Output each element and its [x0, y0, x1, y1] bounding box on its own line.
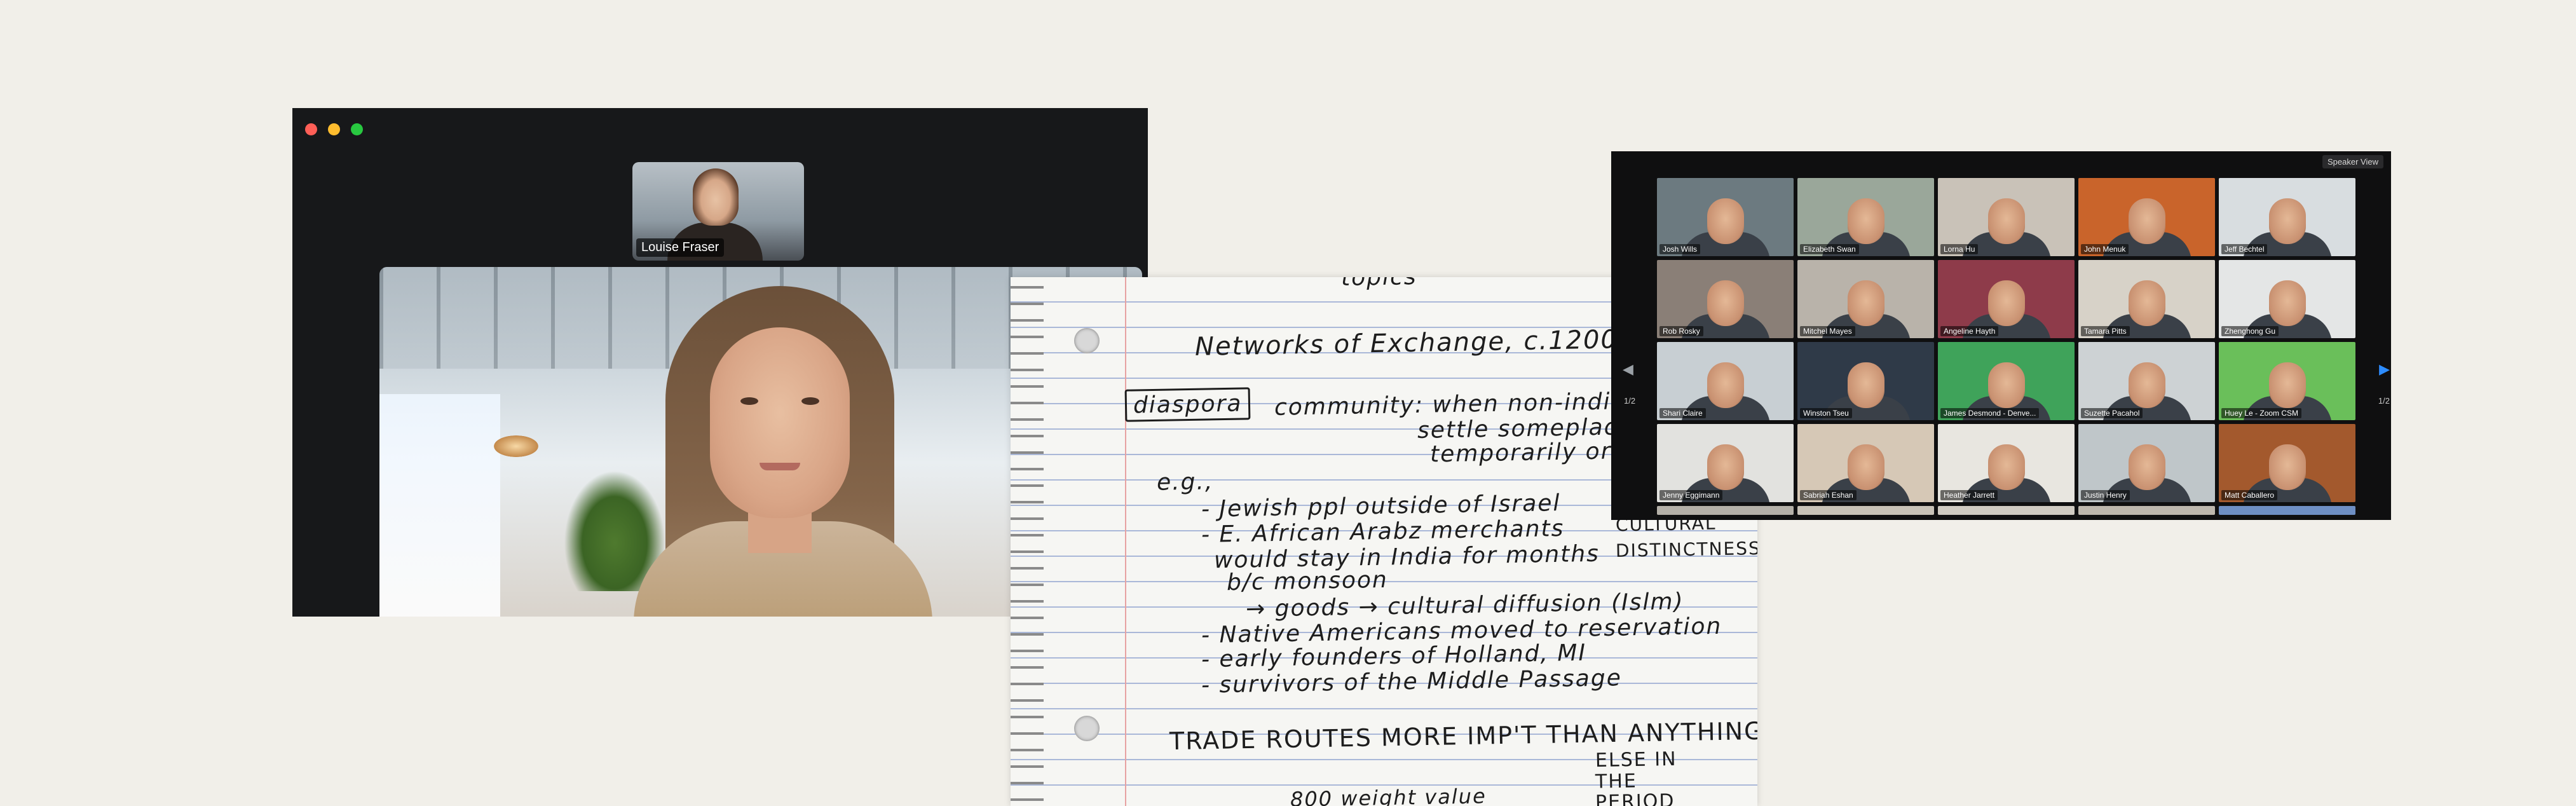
participant-name-tag: John Menuk [2081, 244, 2129, 254]
video-background [379, 394, 500, 617]
participant-name-tag: Shari Claire [1659, 408, 1706, 418]
participant-tile[interactable]: Huey Le - Zoom CSM [2219, 342, 2355, 420]
participant-tile[interactable] [2219, 506, 2355, 515]
participant-name-tag: Heather Jarrett [1940, 490, 1998, 500]
participant-name-tag: Huey Le - Zoom CSM [2221, 408, 2302, 418]
next-page-arrow-icon[interactable]: ▶ [2379, 361, 2390, 378]
participant-video [2128, 280, 2165, 326]
participant-tile[interactable]: Tamara Pitts [2078, 260, 2215, 338]
participant-name-tag: Angeline Hayth [1940, 326, 1999, 336]
note-line: temporarily or [1429, 438, 1612, 468]
fullscreen-window-button[interactable] [351, 123, 363, 135]
participant-video [1987, 362, 2025, 408]
participant-tile[interactable]: Shari Claire [1657, 342, 1794, 420]
notebook-spiral [1011, 277, 1044, 806]
close-window-button[interactable] [305, 123, 317, 135]
participant-video [1707, 444, 1744, 490]
participant-video [1987, 280, 2025, 326]
participant-tile[interactable]: Heather Jarrett [1938, 424, 2075, 502]
participant-video [2268, 198, 2306, 244]
participant-tile[interactable]: James Desmond - Denve... [1938, 342, 2075, 420]
prev-page-arrow-icon[interactable]: ◀ [1623, 361, 1633, 378]
participant-video [1707, 280, 1744, 326]
participant-name-tag: Elizabeth Swan [1800, 244, 1859, 254]
participant-video [2128, 362, 2165, 408]
page-indicator-left: 1/2 [1624, 396, 1636, 406]
participant-tile[interactable]: Jenny Eggimann [1657, 424, 1794, 502]
participant-name-tag: Matt Caballero [2221, 490, 2278, 500]
note-line: b/c monsoon [1226, 566, 1389, 596]
participant-tile[interactable] [2078, 506, 2215, 515]
note-line: e.g., [1156, 468, 1214, 496]
participant-name-tag: James Desmond - Denve... [1940, 408, 2040, 418]
participant-name-tag: Zhenghong Gu [2221, 326, 2279, 336]
participant-name-tag: Justin Henry [2081, 490, 2130, 500]
participant-tile[interactable] [1657, 506, 1794, 515]
participant-tile[interactable] [1938, 506, 2075, 515]
participant-tile[interactable]: Sabriah Eshan [1797, 424, 1934, 502]
participant-tile[interactable]: Suzette Pacahol [2078, 342, 2215, 420]
note-line: topics [1340, 277, 1417, 292]
note-keyword: diaspora [1124, 387, 1251, 422]
participant-tile[interactable]: Lorna Hu [1938, 178, 2075, 256]
participant-tile[interactable]: Matt Caballero [2219, 424, 2355, 502]
page-indicator-right: 1/2 [2378, 396, 2390, 406]
participant-video [1847, 444, 1884, 490]
gallery-view-window: Speaker View ◀ 1/2 ▶ 1/2 Josh Wills Eliza… [1611, 151, 2391, 520]
note-callout: PERIOD [1595, 789, 1675, 806]
participant-name-tag: Rob Rosky [1659, 326, 1703, 336]
participant-video [2128, 198, 2165, 244]
speaker-figure [801, 397, 819, 405]
participant-tile[interactable]: Angeline Hayth [1938, 260, 2075, 338]
participant-tile[interactable]: Elizabeth Swan [1797, 178, 1934, 256]
participant-video [1847, 280, 1884, 326]
participant-video [693, 168, 739, 226]
participant-name-tag: Sabriah Eshan [1800, 490, 1857, 500]
participant-tile[interactable] [1797, 506, 1934, 515]
participant-tile[interactable]: Mitchel Mayes [1797, 260, 1934, 338]
speaker-figure [710, 327, 850, 518]
participant-tile[interactable]: John Menuk [2078, 178, 2215, 256]
participant-video [2268, 280, 2306, 326]
participant-video [1707, 362, 1744, 408]
participant-name-tag: Mitchel Mayes [1800, 326, 1855, 336]
participant-video [1847, 362, 1884, 408]
participant-video [2128, 444, 2165, 490]
minimize-window-button[interactable] [328, 123, 340, 135]
video-background [494, 435, 538, 457]
participant-tile[interactable]: Justin Henry [2078, 424, 2215, 502]
participant-name-tag: Suzette Pacahol [2081, 408, 2143, 418]
note-side-label: DISTINCTNESS [1615, 538, 1757, 561]
speaker-view-button[interactable]: Speaker View [2322, 155, 2383, 168]
participant-tile[interactable]: Josh Wills [1657, 178, 1794, 256]
participant-video [1707, 198, 1744, 244]
speaker-figure [760, 463, 800, 470]
punch-hole [1074, 328, 1100, 353]
self-view-thumbnail[interactable]: Louise Fraser [632, 162, 804, 261]
participant-name-tag: Tamara Pitts [2081, 326, 2130, 336]
participant-video [1987, 198, 2025, 244]
speaker-figure [740, 397, 758, 405]
note-callout: ELSE IN [1595, 748, 1677, 772]
note-callout: THE [1595, 770, 1638, 793]
participant-video [2268, 362, 2306, 408]
notebook-margin-line [1125, 277, 1126, 806]
participant-tile[interactable]: Rob Rosky [1657, 260, 1794, 338]
participant-name-tag: Winston Tseu [1800, 408, 1852, 418]
participant-name-tag: Louise Fraser [636, 238, 725, 257]
participant-name-tag: Josh Wills [1659, 244, 1701, 254]
participant-name-tag: Lorna Hu [1940, 244, 1979, 254]
participant-tile[interactable]: Zhenghong Gu [2219, 260, 2355, 338]
participant-video [2268, 444, 2306, 490]
participant-name-tag: Jenny Eggimann [1659, 490, 1723, 500]
participant-tile[interactable]: Jeff Bechtel [2219, 178, 2355, 256]
participant-grid: Josh Wills Elizabeth Swan Lorna Hu John Men… [1657, 178, 2356, 520]
note-line: 800 weight value [1290, 784, 1487, 806]
participant-tile[interactable]: Winston Tseu [1797, 342, 1934, 420]
participant-video [1987, 444, 2025, 490]
participant-video [1847, 198, 1884, 244]
participant-name-tag: Jeff Bechtel [2221, 244, 2268, 254]
punch-hole [1074, 716, 1100, 741]
